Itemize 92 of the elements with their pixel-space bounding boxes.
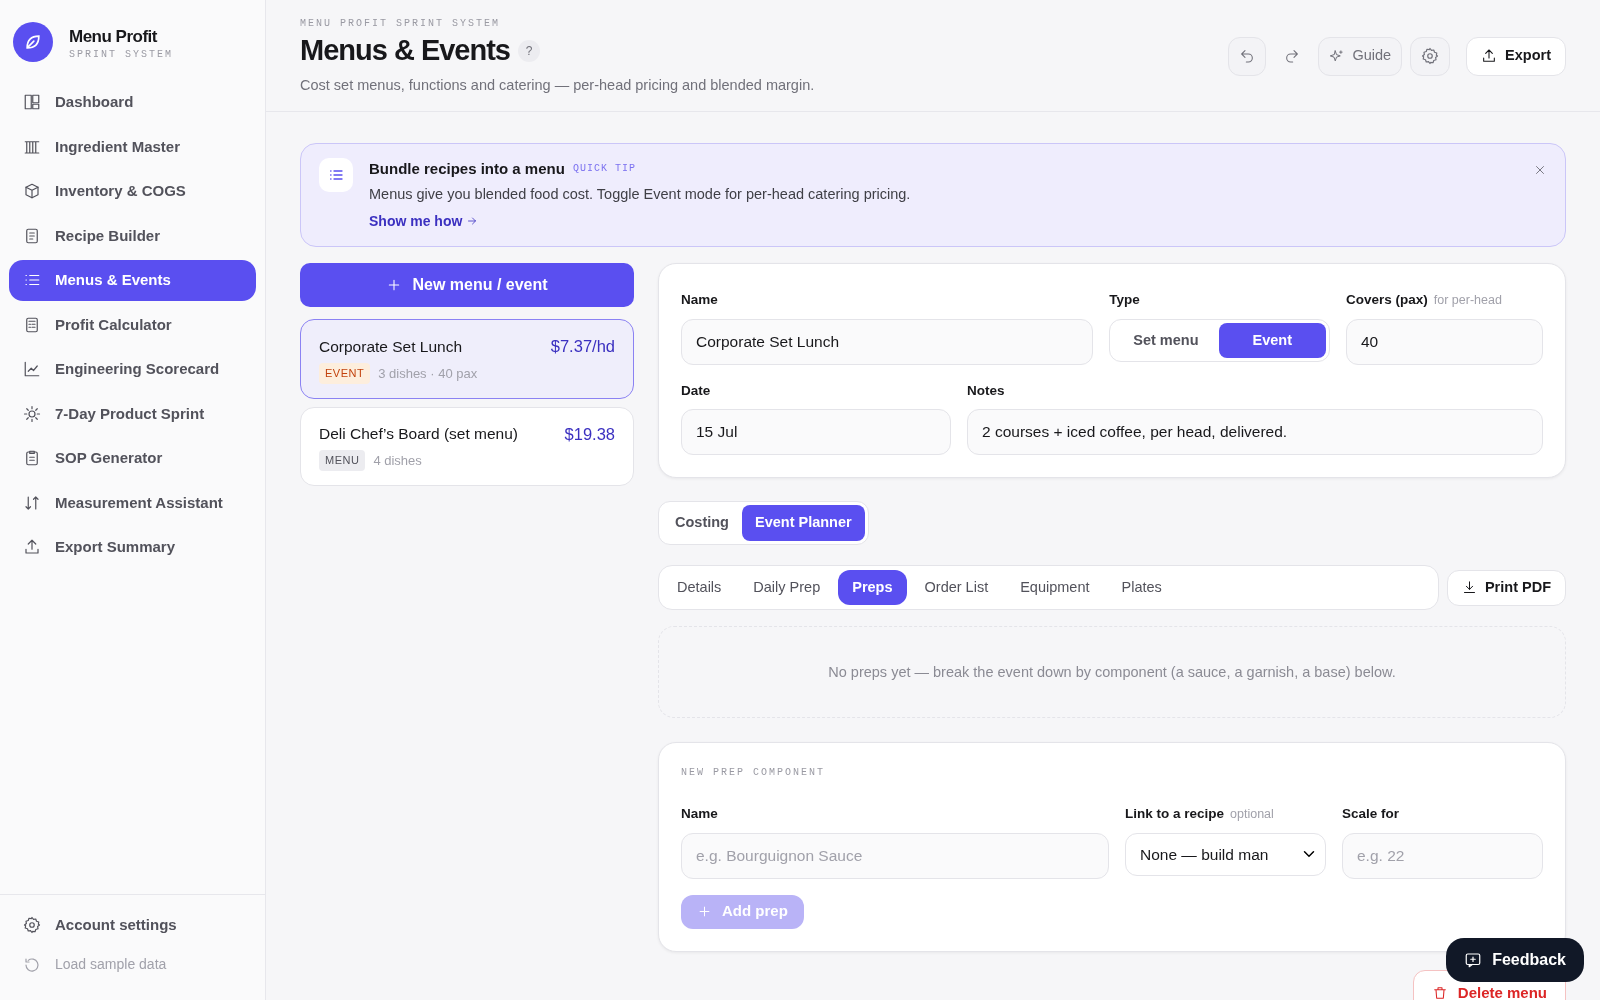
trash-icon xyxy=(1431,985,1448,1000)
sidebar-item[interactable]: Inventory & COGS xyxy=(9,171,256,212)
sub-tab[interactable]: Equipment xyxy=(1006,569,1104,606)
sidebar-item[interactable]: Account settings xyxy=(9,904,256,945)
field-label: Link to a recipe xyxy=(1125,806,1225,822)
menu-name: Deli Chef’s Board (set menu) xyxy=(319,424,518,445)
upload-icon xyxy=(1481,48,1498,65)
tip-title: Bundle recipes into a menu xyxy=(369,158,565,179)
arrow-right-icon xyxy=(466,215,479,228)
field-label: Date xyxy=(681,382,711,398)
export-button[interactable]: Export xyxy=(1466,36,1566,76)
name-field[interactable]: Corporate Set Lunch xyxy=(681,318,1094,365)
message-plus-icon xyxy=(1464,951,1483,969)
clipboard-icon xyxy=(23,449,41,468)
upload-icon xyxy=(23,538,41,557)
add-prep-button: Add prep xyxy=(681,894,804,929)
sort-arrows-icon xyxy=(23,493,41,512)
type-option[interactable]: Event xyxy=(1218,322,1326,359)
sidebar-item[interactable]: SOP Generator xyxy=(9,438,256,479)
recipe-select[interactable]: None — build man xyxy=(1125,832,1326,876)
sidebar-item[interactable]: Profit Calculator xyxy=(9,304,256,345)
redo-icon xyxy=(1284,48,1301,65)
date-field[interactable]: 15 Jul xyxy=(681,408,951,455)
field-label: Type xyxy=(1109,292,1140,308)
sub-tab[interactable]: Details xyxy=(663,569,736,606)
field-hint: for per-head xyxy=(1433,293,1502,308)
sidebar-item[interactable]: Engineering Scorecard xyxy=(9,349,256,390)
line-chart-icon xyxy=(23,360,41,379)
notes-field[interactable]: 2 courses + iced coffee, per head, delivered. xyxy=(967,408,1543,455)
sidebar-item[interactable]: Ingredient Master xyxy=(9,126,256,167)
tip-text: Menus give you blended food cost. Toggle Event mode for per-head catering pricing. xyxy=(369,185,912,205)
menu-meta: 4 dishes xyxy=(373,451,422,470)
settings-button[interactable] xyxy=(1410,36,1451,76)
brand-tagline: SPRINT SYSTEM xyxy=(69,49,173,60)
field-label: Notes xyxy=(967,382,1005,398)
empty-message: No preps yet — break the event down by component (a sauce, a garnish, a base) below. xyxy=(828,662,1396,682)
menu-type-tag: EVENT xyxy=(319,363,371,384)
layout-icon xyxy=(23,93,41,112)
sub-tab[interactable]: Plates xyxy=(1107,569,1176,606)
menu-card[interactable]: Corporate Set Lunch $7.37/hd EVENT 3 dishes · 40 pax xyxy=(300,319,634,399)
sidebar-item[interactable]: Dashboard xyxy=(9,82,256,123)
sidebar-item[interactable]: Export Summary xyxy=(9,527,256,568)
undo-icon xyxy=(1239,48,1256,65)
menu-price: $7.37/hd xyxy=(550,336,615,358)
menu-type-tag: MENU xyxy=(319,450,366,471)
plus-icon xyxy=(697,904,712,920)
sidebar-item[interactable]: Menus & Events xyxy=(9,260,256,301)
page-subtitle: Cost set menus, functions and catering — per-head pricing and blended margin. xyxy=(300,75,816,95)
reload-icon xyxy=(23,955,41,974)
eyebrow-label: MENU PROFIT SPRINT SYSTEM xyxy=(300,17,502,31)
settings-icon xyxy=(23,915,41,934)
field-label: Covers (pax) xyxy=(1346,292,1428,308)
sidebar-item[interactable]: Recipe Builder xyxy=(9,215,256,256)
help-button[interactable]: ? xyxy=(518,39,540,62)
settings-icon xyxy=(1421,47,1440,66)
sub-tab[interactable]: Order List xyxy=(910,569,1003,606)
field-hint: optional xyxy=(1230,807,1274,822)
brand-name: Menu Profit xyxy=(69,26,159,49)
type-option[interactable]: Set menu xyxy=(1113,322,1219,359)
list-icon xyxy=(319,157,353,192)
section-heading: NEW PREP COMPONENT xyxy=(681,766,827,781)
menu-price: $19.38 xyxy=(564,423,615,445)
calculator-icon xyxy=(23,315,41,334)
scale-field[interactable]: e.g. 22 xyxy=(1342,832,1543,879)
field-label: Name xyxy=(681,806,718,822)
undo-button[interactable] xyxy=(1228,36,1267,76)
menu-card[interactable]: Deli Chef’s Board (set menu) $19.38 MENU 4 dishes xyxy=(300,406,634,486)
tip-tag: QUICK TIP xyxy=(572,161,636,177)
sub-tab[interactable]: Daily Prep xyxy=(739,569,835,606)
mode-tab[interactable]: Costing xyxy=(662,504,742,541)
mode-tab[interactable]: Event Planner xyxy=(741,504,865,541)
leaf-logo-icon xyxy=(13,22,53,62)
prep-name-field[interactable]: e.g. Bourguignon Sauce xyxy=(681,832,1109,879)
box-icon xyxy=(23,182,41,201)
page-title: Menus & Events xyxy=(300,35,510,67)
show-me-how-link[interactable]: Show me how xyxy=(369,210,479,232)
download-icon xyxy=(1461,580,1477,595)
menu-meta: 3 dishes · 40 pax xyxy=(378,364,478,383)
sun-icon xyxy=(23,404,41,423)
guide-button[interactable]: Guide xyxy=(1318,36,1403,76)
sparkle-icon xyxy=(1329,48,1345,64)
new-menu-button[interactable]: New menu / event xyxy=(300,263,634,308)
sub-tab[interactable]: Preps xyxy=(838,569,907,606)
document-icon xyxy=(23,226,41,245)
sidebar-item[interactable]: Measurement Assistant xyxy=(9,482,256,523)
covers-field[interactable]: 40 xyxy=(1346,318,1543,365)
field-label: Name xyxy=(681,292,718,308)
field-label: Scale for xyxy=(1342,806,1400,822)
sidebar-item[interactable]: 7-Day Product Sprint xyxy=(9,393,256,434)
print-pdf-button[interactable]: Print PDF xyxy=(1446,569,1566,606)
menu-name: Corporate Set Lunch xyxy=(319,337,463,358)
feedback-button[interactable]: Feedback xyxy=(1446,938,1584,982)
